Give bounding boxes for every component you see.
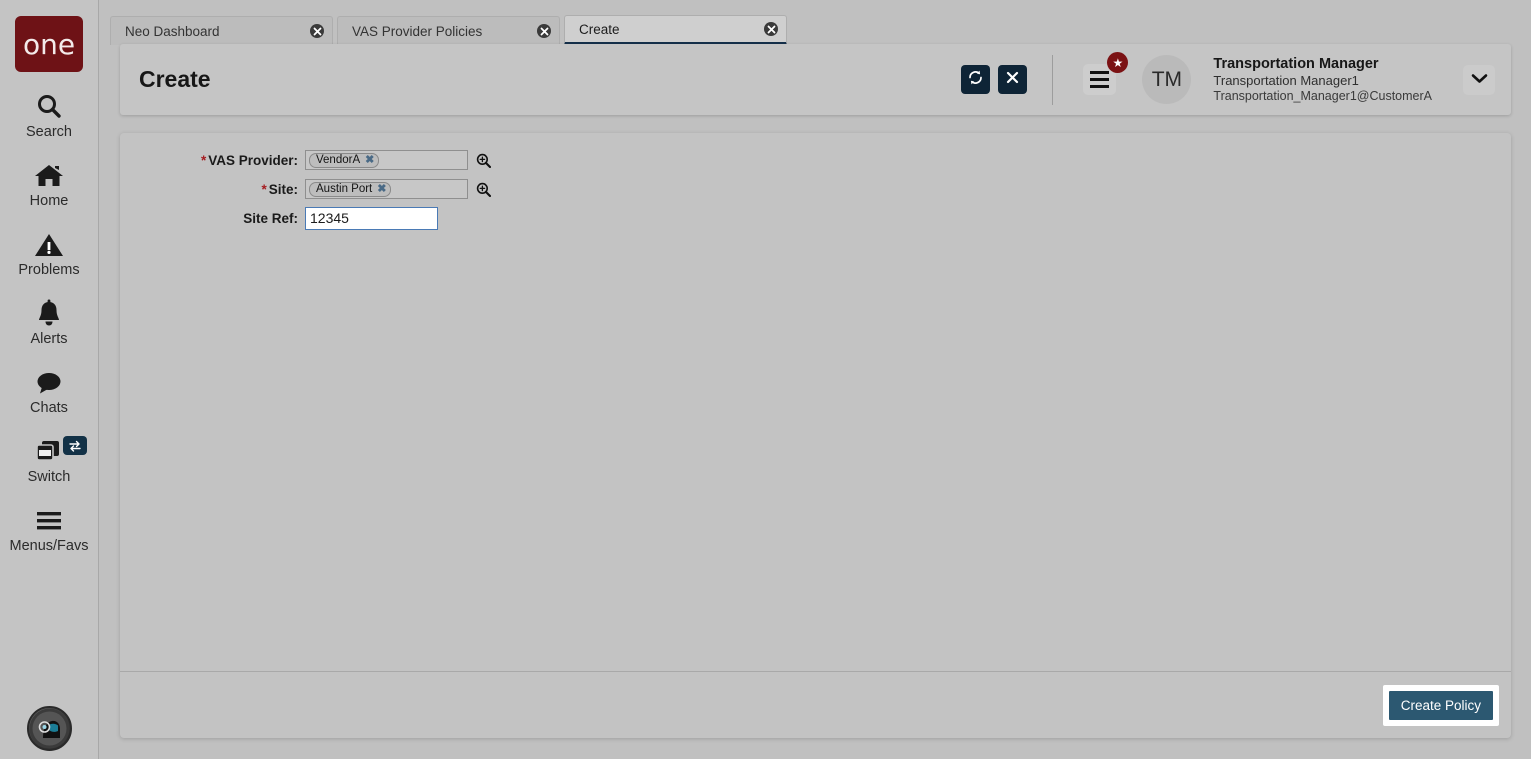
sidebar-label-home: Home <box>29 193 69 209</box>
label-text: Site Ref: <box>243 210 298 226</box>
panel-footer: Create Policy <box>120 672 1511 738</box>
avatar-initials: TM <box>1151 67 1183 91</box>
hamburger-icon <box>33 506 65 536</box>
sidebar-label-search: Search <box>26 124 72 140</box>
sidebar-item-chats[interactable]: Chats <box>0 348 99 417</box>
page-title: Create <box>139 66 211 92</box>
assistant-avatar-icon[interactable] <box>27 706 72 751</box>
required-indicator: * <box>261 181 267 197</box>
avatar[interactable]: TM <box>1142 55 1192 104</box>
site-input[interactable]: Austin Port ✖ <box>305 179 468 199</box>
user-menu-button[interactable] <box>1463 64 1495 95</box>
tab-strip: Neo Dashboard VAS Provider Policies Crea… <box>110 15 791 45</box>
chat-bubble-icon <box>34 368 64 398</box>
site-ref-input[interactable] <box>305 206 438 230</box>
label-site: * Site: <box>120 182 305 197</box>
star-glyph: ★ <box>1112 55 1124 70</box>
label-text: VAS Provider: <box>208 152 298 168</box>
user-name: Transportation Manager1 <box>1213 72 1359 88</box>
content-panel: * VAS Provider: VendorA ✖ * Site: Austin… <box>120 133 1511 738</box>
app-root: one Search Home Problems Alerts Chats Sw… <box>0 0 1531 759</box>
sidebar-item-search[interactable]: Search <box>0 72 99 141</box>
brand-logo[interactable]: one <box>15 16 83 72</box>
close-circle-icon[interactable] <box>764 22 778 36</box>
label-site-ref: Site Ref: <box>120 211 305 226</box>
create-policy-button[interactable]: Create Policy <box>1388 690 1493 720</box>
chip-site: Austin Port ✖ <box>309 181 392 197</box>
form-row-vas-provider: * VAS Provider: VendorA ✖ <box>120 149 1511 171</box>
tab-label: Create <box>579 21 620 37</box>
label-vas-provider: * VAS Provider: <box>120 153 305 168</box>
chip-remove-icon[interactable]: ✖ <box>377 183 386 195</box>
close-x-icon <box>1005 70 1020 90</box>
swap-arrows-icon[interactable] <box>62 436 87 455</box>
chip-text: Austin Port <box>316 183 373 195</box>
chip-text: VendorA <box>316 154 361 166</box>
sidebar-label-switch: Switch <box>27 469 71 485</box>
brand-logo-text: one <box>22 27 76 61</box>
form-row-site: * Site: Austin Port ✖ <box>120 178 1511 200</box>
menu-button-wrapper: ★ <box>1083 52 1129 95</box>
home-icon <box>33 161 65 191</box>
sidebar-label-menus-favs: Menus/Favs <box>9 538 89 554</box>
sidebar-item-home[interactable]: Home <box>0 141 99 210</box>
search-icon <box>34 92 64 122</box>
sidebar-label-alerts: Alerts <box>30 331 68 347</box>
left-sidebar: one Search Home Problems Alerts Chats Sw… <box>0 0 99 759</box>
required-indicator: * <box>200 152 207 168</box>
user-role: Transportation Manager <box>1213 55 1379 72</box>
user-account: Transportation_Manager1@CustomerA <box>1213 88 1432 103</box>
magnifier-plus-icon-site[interactable] <box>476 182 491 197</box>
close-page-button[interactable] <box>998 65 1028 94</box>
sidebar-item-problems[interactable]: Problems <box>0 210 99 279</box>
user-info: Transportation Manager Transportation Ma… <box>1213 55 1432 105</box>
create-policy-focus-ring: Create Policy <box>1382 684 1499 726</box>
chip-remove-icon[interactable]: ✖ <box>365 154 374 166</box>
sidebar-label-problems: Problems <box>18 262 80 278</box>
star-icon[interactable]: ★ <box>1107 52 1129 73</box>
tab-label: VAS Provider Policies <box>352 23 483 39</box>
label-text: Site: <box>268 181 298 197</box>
sidebar-item-alerts[interactable]: Alerts <box>0 279 99 348</box>
vas-provider-input[interactable]: VendorA ✖ <box>305 150 468 170</box>
header-divider <box>1052 54 1054 105</box>
sidebar-item-switch[interactable]: Switch <box>0 417 99 486</box>
windows-stack-icon <box>33 437 65 467</box>
tab-create[interactable]: Create <box>564 15 787 45</box>
tab-vas-provider-policies[interactable]: VAS Provider Policies <box>337 16 560 45</box>
bell-icon <box>35 299 63 329</box>
warning-triangle-icon <box>34 230 64 260</box>
sidebar-item-menus-favs[interactable]: Menus/Favs <box>0 486 99 555</box>
sidebar-label-chats: Chats <box>30 400 68 416</box>
refresh-icon <box>967 69 984 91</box>
tab-neo-dashboard[interactable]: Neo Dashboard <box>110 16 333 45</box>
magnifier-plus-icon-vas-provider[interactable] <box>476 153 491 168</box>
tab-label: Neo Dashboard <box>125 23 220 39</box>
page-header: Create ★ TM Transportation Manager Trans… <box>120 44 1511 115</box>
chip-vendor: VendorA ✖ <box>309 152 380 168</box>
create-policy-form: * VAS Provider: VendorA ✖ * Site: Austin… <box>120 133 1511 671</box>
close-circle-icon[interactable] <box>537 24 551 38</box>
refresh-button[interactable] <box>961 65 991 94</box>
header-actions: ★ TM Transportation Manager Transportati… <box>961 52 1511 105</box>
chevron-down-icon <box>1471 71 1488 89</box>
form-row-site-ref: Site Ref: <box>120 206 1511 230</box>
close-circle-icon[interactable] <box>310 24 324 38</box>
